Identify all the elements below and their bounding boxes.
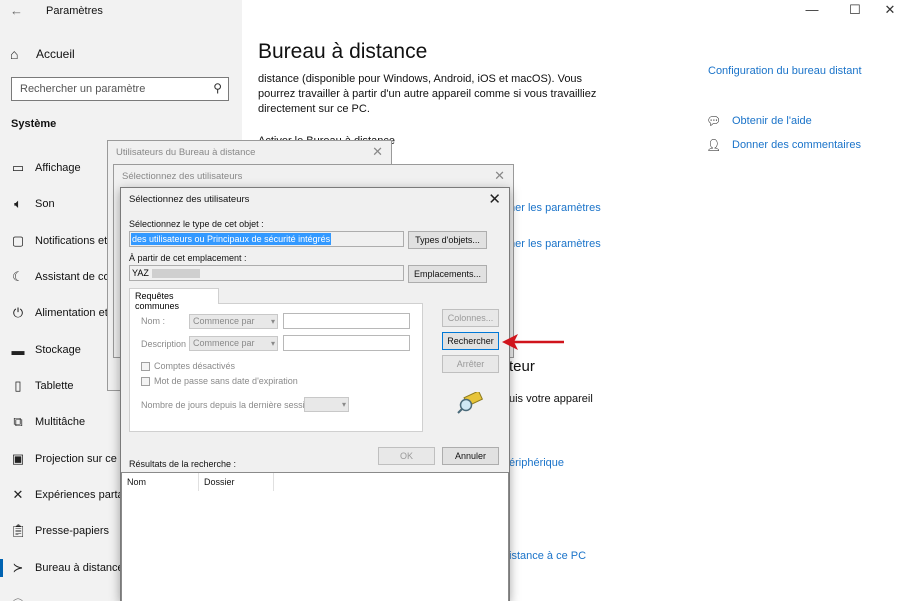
locations-button[interactable]: Emplacements... [408,265,487,283]
days-label: Nombre de jours depuis la dernière sessi… [141,400,320,410]
remote-desktop-icon: ≻ [12,560,24,575]
title-bar: ← Paramètres [0,0,242,22]
results-label: Résultats de la recherche : [129,459,237,469]
name-combo-value: Commence par [193,316,255,326]
dialog-title: Sélectionnez des utilisateurs [122,171,243,182]
sidebar-item-label: Presse-papiers [35,525,109,537]
ok-button[interactable]: OK [378,447,435,465]
location-field[interactable]: YAZ [129,265,404,281]
checkbox-label: Comptes désactivés [154,361,236,371]
help-link[interactable]: 💬︎ Obtenir de l'aide [706,114,812,128]
chevron-down-icon: ▾ [341,400,346,409]
close-button[interactable]: ✕ [875,2,900,18]
close-icon[interactable]: ✕ [494,168,505,184]
column-header-name[interactable]: Nom [122,473,199,491]
remote-config-link[interactable]: Configuration du bureau distant [708,65,862,77]
no-expire-checkbox[interactable]: Mot de passe sans date d'expiration [141,376,298,386]
sidebar-item-label: Multitâche [35,416,86,428]
tablet-icon: ▯ [14,378,22,393]
params-link-2[interactable]: her les paramètres [509,238,601,250]
tab-requetes-communes[interactable]: Requêtes communes [129,288,219,311]
search-button[interactable]: Rechercher [442,332,499,350]
monitor-icon: ▭ [11,160,25,175]
section-title: Système [11,118,57,130]
sidebar-item-label: Projection sur ce P [35,453,128,465]
settings-search-input[interactable]: Rechercher un paramètre ⚲ [11,77,229,101]
name-input[interactable] [283,313,410,329]
checkbox-box [141,361,150,371]
description-combo[interactable]: Commence par ▾ [189,336,278,351]
stop-button[interactable]: Arrêter [442,355,499,373]
close-icon[interactable]: ✕ [488,190,501,208]
dialog-title: Sélectionnez des utilisateurs [129,194,250,205]
projection-icon: ▣ [11,451,25,466]
nav-home-label: Accueil [36,47,75,61]
location-value: YAZ [132,268,149,278]
sidebar-item-label: Stockage [35,344,81,356]
location-label: À partir de cet emplacement : [129,253,247,263]
shared-icon: ✕ [12,487,24,502]
blurred-region [152,269,200,278]
app-title: Paramètres [46,5,103,17]
results-list[interactable]: Nom Dossier [121,472,509,601]
page-title: Bureau à distance [258,40,428,63]
columns-button[interactable]: Colonnes... [442,309,499,327]
sidebar-item-label: Alimentation et [35,307,108,319]
object-type-field[interactable]: des utilisateurs ou Principaux de sécuri… [129,231,404,247]
description-label: Description : [141,339,192,349]
distance-pc-link[interactable]: istance à ce PC [509,550,586,562]
object-type-label: Sélectionnez le type de cet objet : [129,219,264,229]
sidebar-item-label: Bureau à distance [35,562,124,574]
name-combo[interactable]: Commence par ▾ [189,314,278,329]
sidebar-item-label: Expériences partag [35,489,130,501]
annotation-arrow [502,334,564,350]
description-text: distance (disponible pour Windows, Andro… [258,73,597,115]
sidebar-item-label: Tablette [35,380,74,392]
params-link-1[interactable]: her les paramètres [509,202,601,214]
name-label: Nom : [141,316,166,326]
maximize-button[interactable]: ☐ [840,2,870,18]
section-heading: teur [509,358,535,375]
object-types-button[interactable]: Types d'objets... [408,231,487,249]
peripheral-link[interactable]: ériphérique [509,457,564,469]
dialog-title: Utilisateurs du Bureau à distance [116,147,256,158]
feedback-link[interactable]: 👤︎ Donner des commentaires [706,138,861,152]
help-icon: 💬︎ [706,114,722,128]
chevron-down-icon: ▾ [270,339,275,348]
multitask-icon: ⧉ [13,414,23,429]
notification-icon: ▢ [11,233,25,248]
minimize-button[interactable]: — [797,2,827,17]
close-icon[interactable]: ✕ [372,144,383,160]
checkbox-box [141,376,150,386]
search-icon: ⚲ [213,81,222,95]
storage-icon: ▬ [11,342,25,358]
power-icon: ⏻ [12,305,24,320]
device-text: uis votre appareil [509,393,593,405]
nav-home[interactable]: ⌂ Accueil [10,44,75,64]
object-type-value: des utilisateurs ou Principaux de sécuri… [131,233,332,245]
checkbox-label: Mot de passe sans date d'expiration [154,376,298,386]
feedback-link-label: Donner des commentaires [732,139,862,151]
sidebar-item-label: Assistant de co [35,271,110,283]
moon-icon: ☾ [12,269,24,284]
info-icon: ⓘ [10,595,26,601]
sidebar-item-label: Affichage [35,162,81,174]
column-header-folder[interactable]: Dossier [199,473,274,491]
description-combo-value: Commence par [193,338,255,348]
home-icon: ⌂ [10,46,19,62]
chevron-down-icon: ▾ [270,317,275,326]
feedback-icon: 👤︎ [706,138,722,152]
cancel-button[interactable]: Annuler [442,447,499,465]
search-placeholder: Rechercher un paramètre [20,83,146,95]
clipboard-icon: 📋︎ [10,523,27,538]
speaker-icon: 🔈︎ [14,196,22,211]
sidebar-item-label: Notifications et [35,235,108,247]
description-input[interactable] [283,335,410,351]
days-combo[interactable]: ▾ [304,397,349,412]
sidebar-item-label: Son [35,198,55,210]
back-arrow-icon[interactable]: ← [10,3,23,18]
search-magnifier-icon [457,392,484,414]
help-link-label: Obtenir de l'aide [732,115,812,127]
disabled-accounts-checkbox[interactable]: Comptes désactivés [141,361,235,371]
